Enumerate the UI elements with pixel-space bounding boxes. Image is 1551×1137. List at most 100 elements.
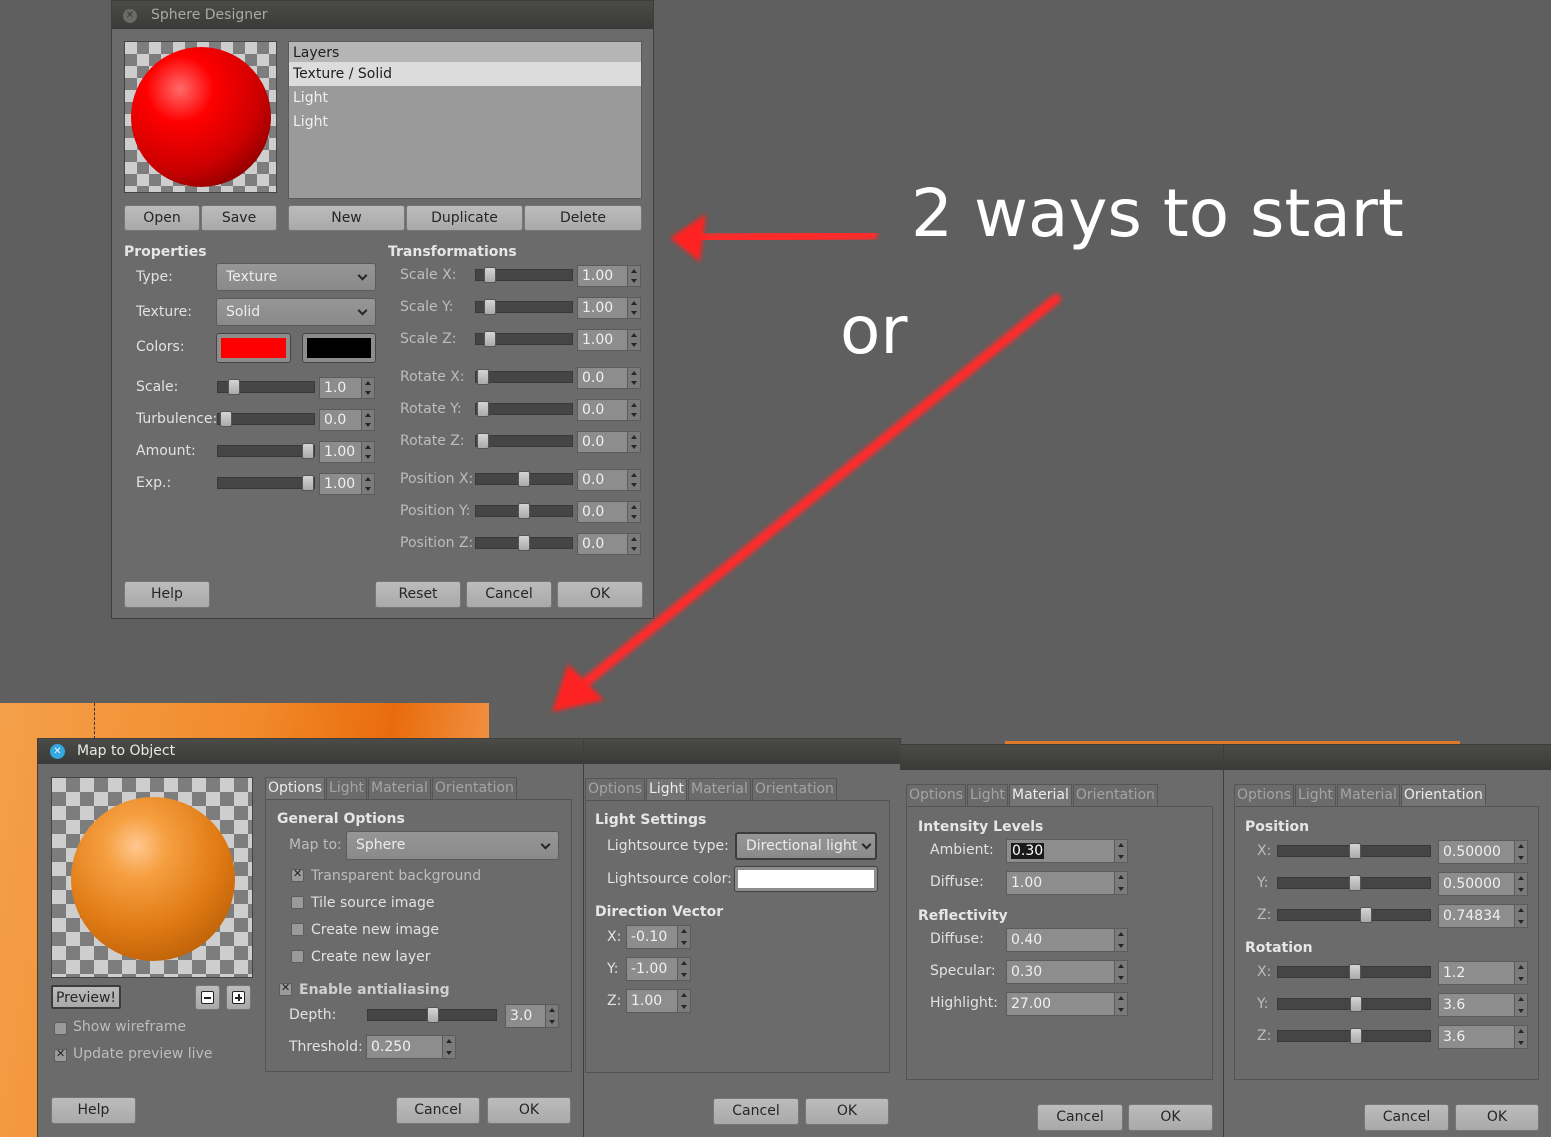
map-to-select[interactable]: Sphere — [346, 831, 559, 860]
specular-value: 0.30 — [1011, 964, 1043, 980]
tab-options[interactable]: Options — [265, 777, 326, 799]
create-new-image-checkbox[interactable] — [291, 923, 304, 936]
enable-antialiasing-checkbox[interactable] — [279, 981, 292, 996]
slider-handle[interactable] — [1349, 875, 1361, 891]
spin-arrows-icon[interactable] — [677, 958, 690, 980]
spin-arrows-icon[interactable] — [1514, 841, 1527, 863]
tab-options[interactable]: Options — [585, 778, 646, 800]
rotation-y-slider[interactable] — [1277, 996, 1431, 1012]
slider-handle[interactable] — [1349, 843, 1361, 859]
position-y-value: 0.50000 — [1443, 876, 1501, 892]
ok-button[interactable]: OK — [1455, 1104, 1539, 1131]
zoom-out-icon — [201, 991, 214, 1004]
depth-spinbox[interactable]: 3.0 — [505, 1004, 559, 1028]
rotation-z-spinbox[interactable]: 3.6 — [1438, 1025, 1528, 1049]
update-preview-live-checkbox[interactable] — [54, 1047, 67, 1062]
cancel-button[interactable]: Cancel — [396, 1097, 480, 1124]
position-z-spinbox[interactable]: 0.74834 — [1438, 904, 1528, 928]
depth-slider[interactable] — [367, 1007, 497, 1023]
close-icon[interactable]: ✕ — [50, 744, 65, 759]
position-x-slider[interactable] — [1277, 843, 1431, 859]
rotation-x-spinbox[interactable]: 1.2 — [1438, 961, 1528, 985]
tab-orientation[interactable]: Orientation — [1072, 784, 1158, 806]
spin-arrows-icon[interactable] — [677, 990, 690, 1012]
create-new-layer-checkbox[interactable] — [291, 950, 304, 963]
zoom-in-button[interactable] — [226, 985, 251, 1010]
tab-light[interactable]: Light — [326, 777, 367, 799]
zoom-out-button[interactable] — [195, 985, 220, 1010]
preview-button[interactable]: Preview! — [51, 985, 121, 1009]
ok-button[interactable]: OK — [1128, 1104, 1213, 1131]
spin-arrows-icon[interactable] — [1114, 993, 1127, 1015]
tab-bar: Options Light Material Orientation — [265, 777, 518, 799]
spin-arrows-icon[interactable] — [1514, 962, 1527, 984]
slider-handle[interactable] — [1360, 907, 1372, 923]
position-z-slider[interactable] — [1277, 907, 1431, 923]
spin-arrows-icon[interactable] — [677, 926, 690, 948]
transparent-background-checkbox[interactable] — [291, 867, 304, 882]
slider-handle[interactable] — [1350, 996, 1362, 1012]
slider-handle[interactable] — [1350, 1028, 1362, 1044]
direction-y-spinbox[interactable]: -1.00 — [626, 957, 691, 981]
highlight-spinbox[interactable]: 27.00 — [1006, 992, 1128, 1016]
rotation-x-slider[interactable] — [1277, 964, 1431, 980]
lightsource-color-button[interactable] — [734, 866, 878, 892]
tile-source-image-checkbox[interactable] — [291, 896, 304, 909]
help-button[interactable]: Help — [51, 1097, 136, 1124]
tab-options[interactable]: Options — [906, 784, 967, 806]
cancel-button[interactable]: Cancel — [1364, 1104, 1449, 1131]
tab-orientation[interactable]: Orientation — [751, 778, 837, 800]
tab-orientation[interactable]: Orientation — [431, 777, 517, 799]
spin-arrows-icon[interactable] — [1114, 840, 1127, 862]
diffuse-spinbox[interactable]: 1.00 — [1006, 871, 1128, 895]
tab-material[interactable]: Material — [1008, 784, 1072, 806]
position-header: Position — [1245, 819, 1310, 835]
rotation-z-slider[interactable] — [1277, 1028, 1431, 1044]
lightsource-type-select[interactable]: Directional light — [735, 832, 877, 860]
rotation-z-value: 3.6 — [1443, 1029, 1466, 1045]
tab-light[interactable]: Light — [646, 778, 687, 800]
chevron-down-icon — [861, 839, 872, 850]
arrow-left — [670, 214, 878, 262]
ok-button[interactable]: OK — [487, 1097, 571, 1124]
cancel-button[interactable]: Cancel — [1037, 1104, 1123, 1131]
specular-spinbox[interactable]: 0.30 — [1006, 960, 1128, 984]
position-y-spinbox[interactable]: 0.50000 — [1438, 872, 1528, 896]
tab-light[interactable]: Light — [967, 784, 1008, 806]
tab-material[interactable]: Material — [687, 778, 751, 800]
spin-arrows-icon[interactable] — [442, 1036, 455, 1058]
direction-z-label: Z: — [607, 993, 622, 1009]
reflectivity-diffuse-spinbox[interactable]: 0.40 — [1006, 928, 1128, 952]
spin-arrows-icon[interactable] — [1114, 961, 1127, 983]
direction-x-spinbox[interactable]: -0.10 — [626, 925, 691, 949]
position-y-slider[interactable] — [1277, 875, 1431, 891]
position-z-label: Z: — [1257, 907, 1272, 923]
ok-button[interactable]: OK — [805, 1098, 889, 1125]
tab-orientation[interactable]: Orientation — [1400, 784, 1486, 806]
spin-arrows-icon[interactable] — [1514, 1026, 1527, 1048]
tab-options[interactable]: Options — [1234, 784, 1295, 806]
spin-arrows-icon[interactable] — [1514, 905, 1527, 927]
slider-handle[interactable] — [427, 1007, 439, 1023]
spin-arrows-icon[interactable] — [1114, 872, 1127, 894]
show-wireframe-checkbox[interactable] — [54, 1022, 67, 1035]
position-x-spinbox[interactable]: 0.50000 — [1438, 840, 1528, 864]
material-tab-window: Options Light Material Orientation Inten… — [900, 744, 1224, 1137]
direction-z-spinbox[interactable]: 1.00 — [626, 989, 691, 1013]
slider-handle[interactable] — [1349, 964, 1361, 980]
cancel-button[interactable]: Cancel — [713, 1098, 799, 1125]
spin-arrows-icon[interactable] — [1514, 994, 1527, 1016]
threshold-spinbox[interactable]: 0.250 — [366, 1035, 456, 1059]
tab-material[interactable]: Material — [1336, 784, 1400, 806]
tab-material[interactable]: Material — [367, 777, 431, 799]
spin-arrows-icon[interactable] — [1514, 873, 1527, 895]
rotation-x-value: 1.2 — [1443, 965, 1466, 981]
rotation-y-spinbox[interactable]: 3.6 — [1438, 993, 1528, 1017]
tab-light[interactable]: Light — [1295, 784, 1336, 806]
spin-arrows-icon[interactable] — [1114, 929, 1127, 951]
spin-arrows-icon[interactable] — [545, 1005, 558, 1027]
ambient-spinbox[interactable]: 0.30 — [1006, 839, 1128, 863]
create-new-layer-label: Create new layer — [311, 949, 431, 965]
rotation-z-label: Z: — [1257, 1028, 1272, 1044]
lightsource-color-label: Lightsource color: — [607, 871, 732, 887]
